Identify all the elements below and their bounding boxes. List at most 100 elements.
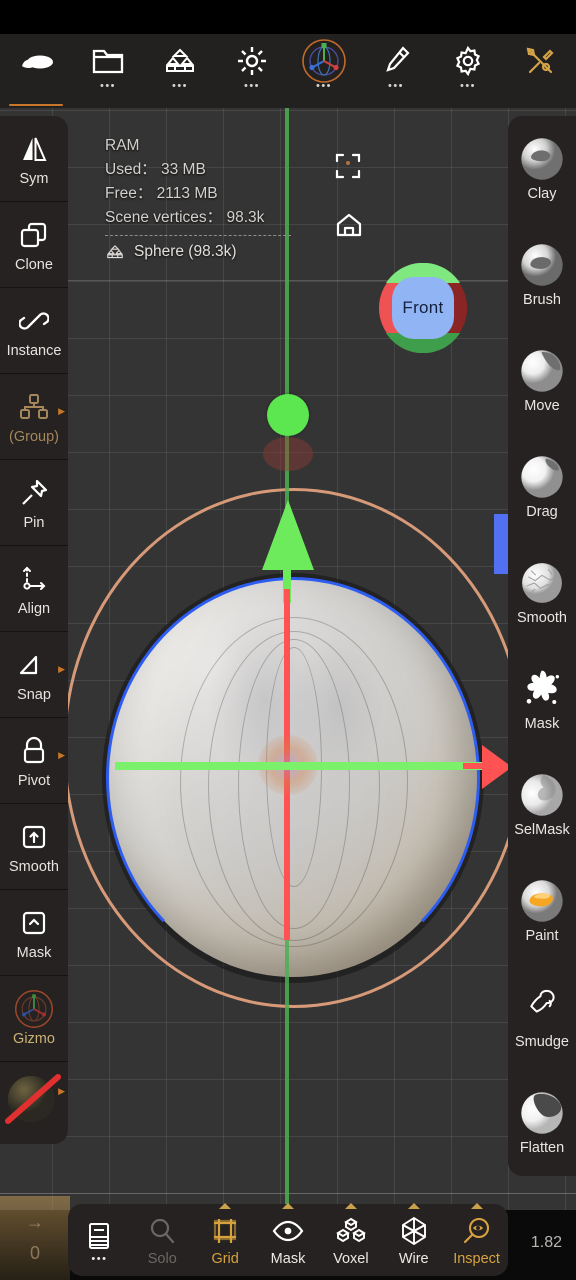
stack-cubes-icon (162, 40, 198, 82)
sidebar-item-instance[interactable]: Instance (0, 288, 68, 374)
active-object-row: Sphere (98.3k) (105, 240, 345, 264)
ghost-value: 0 (29, 1243, 40, 1263)
topbar-dots: ••• (459, 80, 477, 92)
bottombar-item-grid[interactable]: Grid (194, 1203, 257, 1273)
active-indicator (9, 104, 63, 106)
brush-label: Drag (526, 504, 558, 520)
topbar-item-sculpt-tool[interactable] (5, 40, 67, 106)
sidebar-label: Pivot (17, 773, 51, 789)
topbar-item-paint[interactable]: ••• (365, 40, 427, 104)
sidebar-label: Instance (6, 343, 62, 359)
sidebar-label: Smooth (9, 859, 59, 875)
submenu-caret-icon (219, 1203, 232, 1209)
bottombar-item-solo[interactable]: Solo (131, 1207, 194, 1273)
bottombar-item-inspect[interactable]: Inspect (445, 1203, 508, 1273)
bottombar-item-mask[interactable]: Mask (257, 1203, 320, 1273)
bottombar-label: ••• (91, 1252, 108, 1265)
brush-label: Mask (524, 716, 560, 732)
sidebar-item-align[interactable]: Align (0, 546, 68, 632)
topbar-item-files[interactable]: ••• (77, 40, 139, 104)
brush-item-flatten[interactable]: Flatten (508, 1070, 576, 1176)
sidebar-item-pivot[interactable]: Pivot ▶ (0, 718, 68, 804)
selmask-brush-ball (521, 774, 563, 816)
brush-ball (521, 244, 563, 286)
submenu-caret-icon (470, 1203, 483, 1209)
brush-item-move[interactable]: Move (508, 328, 576, 434)
axis-gizmo-icon (301, 39, 347, 83)
topbar-item-scene-gizmo[interactable]: ••• (293, 39, 355, 104)
brush-item-clay[interactable]: Clay (508, 116, 576, 222)
app-root: ••• ••• ••• ••• ••• ••• RAM Used： 33 MB … (0, 0, 576, 1280)
sidebar-label: Align (17, 601, 51, 617)
wireframe-icon (399, 1214, 429, 1248)
sidebar-label: Sym (19, 171, 49, 187)
right-sidebar-brushes: Clay Brush Move Drag Smooth Mask SelMask… (508, 116, 576, 1176)
voxel-cubes-icon (335, 1214, 367, 1248)
app-version: 1.82 (530, 1234, 562, 1251)
topbar-dots: ••• (315, 80, 333, 92)
brush-label: Smooth (517, 610, 567, 626)
top-toolbar: ••• ••• ••• ••• ••• ••• (0, 34, 576, 108)
flatten-brush-ball (521, 1092, 563, 1134)
bottombar-item-voxel[interactable]: Voxel (319, 1203, 382, 1273)
bottombar-item-menu[interactable]: ••• (68, 1207, 131, 1273)
tools-wrench-icon (524, 40, 556, 82)
snap-triangle-icon (18, 647, 50, 683)
bottombar-label: Voxel (333, 1250, 369, 1267)
stack-cubes-icon (107, 245, 123, 259)
sidebar-item-snap[interactable]: Snap ▶ (0, 632, 68, 718)
mask-caret-box-icon (19, 905, 49, 941)
brush-item-smooth[interactable]: Smooth (508, 540, 576, 646)
sun-icon (236, 40, 268, 82)
submenu-caret-icon (407, 1203, 420, 1209)
sidebar-label: (Group) (9, 429, 59, 445)
drag-brush-ball (521, 456, 563, 498)
inspect-eye-magnifier-icon (462, 1214, 492, 1248)
bottombar-item-wire[interactable]: Wire (382, 1203, 445, 1273)
sidebar-item-gizmo[interactable]: Gizmo (0, 976, 68, 1062)
sidebar-item-sym[interactable]: Sym (0, 116, 68, 202)
frame-selection-button[interactable] (334, 152, 362, 180)
topbar-item-lighting[interactable]: ••• (221, 40, 283, 104)
view-orientation-cube[interactable]: Front (378, 262, 468, 354)
sidebar-item-clone[interactable]: Clone (0, 202, 68, 288)
3d-viewport[interactable]: RAM Used： 33 MB Free： 2113 MB Scene vert… (0, 108, 576, 1210)
material-preview-swatch[interactable]: ▶ (0, 1062, 68, 1140)
brush-item-paint[interactable]: Paint (508, 858, 576, 964)
eye-icon (272, 1214, 304, 1248)
group-hierarchy-icon (19, 389, 49, 425)
arrow-right-icon: → (26, 1212, 44, 1232)
brush-label: Brush (523, 292, 561, 308)
axis-y-arrow[interactable] (262, 500, 314, 570)
paint-brush-ball (521, 880, 563, 922)
topbar-dots: ••• (99, 80, 117, 92)
folder-icon (91, 40, 125, 82)
scene-vertices: Scene vertices： 98.3k (105, 209, 265, 226)
brush-label: Paint (525, 928, 559, 944)
brush-item-selmask[interactable]: SelMask (508, 752, 576, 858)
sidebar-item-pin[interactable]: Pin (0, 460, 68, 546)
book-menu-icon (86, 1219, 112, 1253)
brush-item-brush[interactable]: Brush (508, 222, 576, 328)
gizmo-handle-translate-y[interactable] (267, 394, 309, 436)
brush-item-mask[interactable]: Mask (508, 646, 576, 752)
topbar-item-tools[interactable] (509, 40, 571, 104)
mask-splat-icon (526, 670, 560, 705)
sidebar-item-mask[interactable]: Mask (0, 890, 68, 976)
sidebar-item-smooth[interactable]: Smooth (0, 804, 68, 890)
sidebar-item-group[interactable]: (Group) ▶ (0, 374, 68, 460)
axis-y-horizontal-line (115, 762, 487, 770)
scene-info-overlay: RAM Used： 33 MB Free： 2113 MB Scene vert… (105, 134, 345, 264)
smooth-brush-ball (522, 563, 562, 603)
clone-squares-icon (19, 217, 49, 253)
hidden-left-panel-peek[interactable]: → 0 (0, 1196, 70, 1280)
brush-item-drag[interactable]: Drag (508, 434, 576, 540)
brush-item-smudge[interactable]: Smudge (508, 964, 576, 1070)
topbar-item-layers[interactable]: ••• (149, 40, 211, 104)
symmetry-mirror-icon (19, 131, 49, 167)
chevron-right-icon: ▶ (58, 664, 65, 674)
home-view-button[interactable] (334, 210, 364, 240)
topbar-item-settings[interactable]: ••• (437, 40, 499, 104)
chevron-right-icon: ▶ (58, 1086, 65, 1096)
radius-slider-handle[interactable] (494, 514, 508, 574)
